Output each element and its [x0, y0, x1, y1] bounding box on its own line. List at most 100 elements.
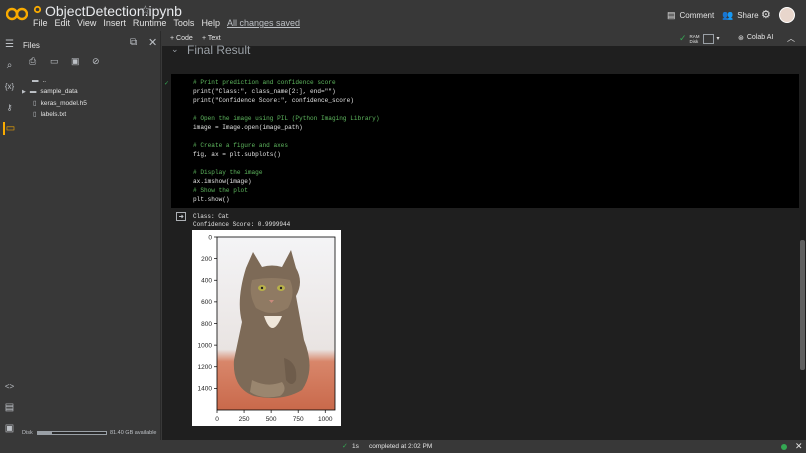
- left-rail: ☰ ⌕ {x} ⚷ ▭ <> ▤ ▣: [0, 31, 19, 453]
- tree-item-sample-data[interactable]: ▶ ▬ sample_data: [22, 88, 78, 95]
- disk-progress-bar: [37, 431, 107, 435]
- sparkle-icon: ⊛: [738, 35, 744, 42]
- x-tick-label: 1000: [318, 416, 333, 423]
- add-text-button[interactable]: + Text: [202, 35, 221, 42]
- star-icon[interactable]: ☆: [140, 3, 151, 17]
- section-title: Final Result: [187, 43, 251, 57]
- file-icon: ▯: [33, 100, 37, 107]
- output-confidence-line: Confidence Score: 0.9999944: [193, 221, 291, 228]
- y-tick-label: 1200: [198, 364, 213, 371]
- close-panel-icon[interactable]: ✕: [148, 36, 157, 49]
- code-line: print("Class:", class_name[2:], end=""): [193, 88, 336, 95]
- terminal-icon[interactable]: ▣: [3, 422, 16, 435]
- y-tick-label: 800: [201, 321, 212, 328]
- hide-files-icon[interactable]: ⊘: [92, 56, 100, 67]
- resources-indicator[interactable]: ✓ RAM Disk ▾: [679, 33, 720, 44]
- files-folder-icon[interactable]: ▭: [3, 122, 16, 135]
- y-tick-label: 400: [201, 278, 212, 285]
- colab-logo-icon[interactable]: [6, 6, 28, 22]
- share-button[interactable]: 👥 Share: [722, 10, 759, 21]
- menu-help[interactable]: Help: [201, 18, 220, 28]
- code-line: # Create a figure and axes: [193, 142, 289, 149]
- close-status-icon[interactable]: ✕: [795, 441, 803, 452]
- section-collapse-icon[interactable]: ⌄: [171, 44, 179, 55]
- code-line: # Show the plot: [193, 187, 248, 194]
- menu-bar: File Edit View Insert Runtime Tools Help…: [33, 18, 307, 28]
- status-message: completed at 2:02 PM: [369, 443, 433, 450]
- files-panel-title: Files: [23, 41, 40, 50]
- check-icon: ✓: [679, 33, 687, 43]
- folder-icon: ▬: [29, 88, 37, 95]
- output-class-line: Class: Cat: [193, 213, 230, 220]
- x-tick-label: 250: [239, 416, 250, 423]
- output-icon[interactable]: [176, 212, 186, 221]
- status-check-icon: ✓: [342, 443, 348, 450]
- menu-insert[interactable]: Insert: [103, 18, 126, 28]
- settings-gear-icon[interactable]: ⚙: [761, 8, 771, 21]
- menu-file[interactable]: File: [33, 18, 48, 28]
- y-tick-label: 600: [201, 299, 212, 306]
- plot-svg: 0 200 400 600 800 1000 1200 1400 0 250 500 750 1000: [198, 234, 336, 423]
- comment-icon: ▤: [667, 10, 676, 20]
- disk-label: Disk: [22, 430, 33, 436]
- disk-usage: Disk 81.40 GB available: [19, 425, 161, 440]
- x-tick-label: 500: [266, 416, 277, 423]
- x-axis: 0 250 500 750 1000: [215, 410, 333, 423]
- search-icon[interactable]: ⌕: [3, 59, 16, 72]
- toc-icon[interactable]: ☰: [3, 38, 16, 51]
- collapse-chevron-icon[interactable]: ︿: [787, 33, 795, 44]
- code-line: ax.imshow(image): [193, 178, 252, 185]
- chevron-right-icon: ▶: [22, 88, 26, 95]
- avatar[interactable]: [779, 7, 795, 23]
- tree-item-parent[interactable]: ▬ ..: [32, 77, 46, 84]
- cell-toolbar: + Code + Text ✓ RAM Disk ▾ ⊛ Colab AI ︿: [162, 31, 806, 46]
- save-status-link[interactable]: All changes saved: [227, 18, 300, 28]
- menu-runtime[interactable]: Runtime: [133, 18, 167, 28]
- code-line: image = Image.open(image_path): [193, 124, 303, 131]
- code-line: plt.show(): [193, 196, 230, 203]
- tree-item-keras-model[interactable]: ▯ keras_model.h5: [33, 99, 87, 108]
- y-tick-label: 1000: [198, 342, 213, 349]
- chevron-down-icon: ▾: [716, 36, 720, 42]
- code-line: print("Confidence Score:", confidence_sc…: [193, 97, 354, 104]
- connection-status-dot: [781, 444, 787, 450]
- share-icon: 👥: [722, 10, 734, 20]
- menu-edit[interactable]: Edit: [55, 18, 71, 28]
- y-tick-label: 1400: [198, 386, 213, 393]
- disk-progress-fill: [38, 432, 52, 434]
- add-code-button[interactable]: + Code: [170, 35, 193, 42]
- code-line: # Open the image using PIL (Python Imagi…: [193, 115, 380, 122]
- new-folder-icon[interactable]: ▭: [50, 56, 59, 67]
- secrets-key-icon[interactable]: ⚷: [3, 101, 16, 114]
- drive-notebook-icon: [33, 5, 42, 14]
- mount-drive-icon[interactable]: ▣: [71, 56, 80, 67]
- matplotlib-figure: 0 200 400 600 800 1000 1200 1400 0 250 500 750 1000: [192, 230, 341, 426]
- y-tick-label: 200: [201, 256, 212, 263]
- code-line: # Print prediction and confidence score: [193, 79, 336, 86]
- disk-available: 81.40 GB available: [110, 430, 157, 436]
- notebook-title[interactable]: ObjectDetection.ipynb: [45, 3, 182, 19]
- x-tick-label: 750: [293, 416, 304, 423]
- code-line: # Display the image: [193, 169, 263, 176]
- x-tick-label: 0: [215, 416, 219, 423]
- folder-icon: ▬: [32, 77, 39, 84]
- upload-file-icon[interactable]: ⎙: [29, 56, 36, 67]
- scrollbar-thumb[interactable]: [800, 240, 805, 370]
- command-palette-icon[interactable]: ▤: [3, 401, 16, 414]
- status-bar: ✓ 1s completed at 2:02 PM ✕: [0, 440, 806, 453]
- y-tick-label: 0: [208, 234, 212, 241]
- open-new-window-icon[interactable]: ⧉: [130, 37, 137, 48]
- variables-icon[interactable]: {x}: [3, 80, 16, 93]
- top-bar: ObjectDetection.ipynb ☆ File Edit View I…: [0, 0, 806, 31]
- resource-bars: [702, 33, 714, 44]
- comment-button[interactable]: ▤ Comment: [667, 10, 714, 21]
- status-duration: 1s: [352, 443, 359, 450]
- code-snippets-icon[interactable]: <>: [3, 380, 16, 393]
- colab-ai-button[interactable]: ⊛ Colab AI: [738, 34, 773, 42]
- y-axis: 0 200 400 600 800 1000 1200 1400: [198, 234, 217, 393]
- cat-image: [217, 237, 335, 410]
- file-icon: ▯: [33, 111, 37, 118]
- menu-view[interactable]: View: [77, 18, 96, 28]
- tree-item-labels[interactable]: ▯ labels.txt: [33, 110, 66, 119]
- menu-tools[interactable]: Tools: [173, 18, 194, 28]
